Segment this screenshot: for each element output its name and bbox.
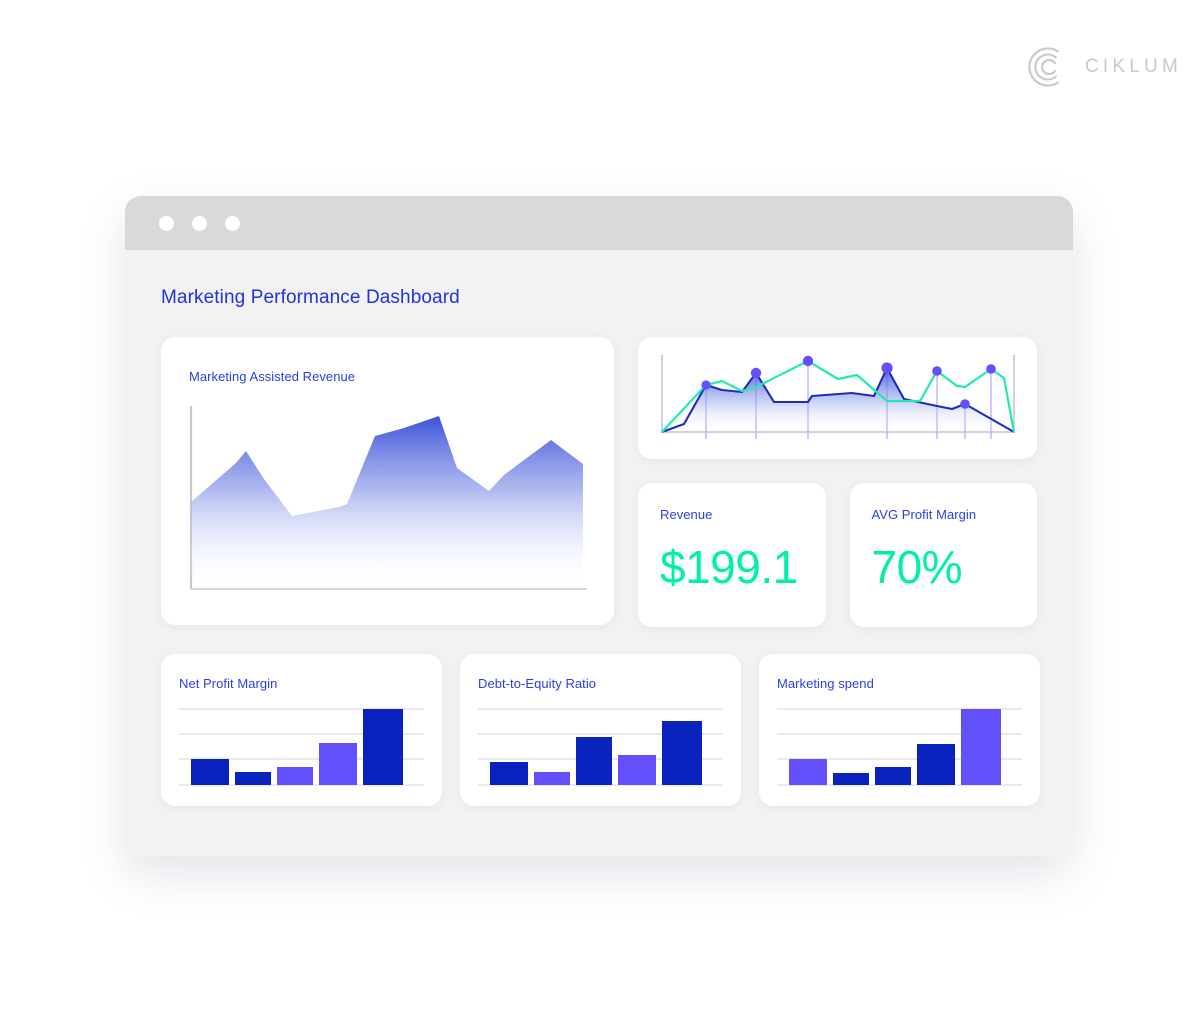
bar-5 [662,721,702,785]
bar-4 [319,743,357,785]
card-title-debt-to-equity-ratio: Debt-to-Equity Ratio [478,676,597,691]
card-debt-to-equity-ratio[interactable]: Debt-to-Equity Ratio [460,654,741,806]
bar-chart-svg-net-profit [179,708,424,786]
bars[interactable] [789,709,1001,785]
area-series-fill [191,416,583,589]
page-title: Marketing Performance Dashboard [161,287,460,308]
card-title-net-profit-margin: Net Profit Margin [179,676,278,691]
card-net-profit-margin[interactable]: Net Profit Margin [161,654,442,806]
bars[interactable] [191,709,403,785]
debt-to-equity-ratio-chart [478,705,723,791]
window-dot-maximize[interactable] [225,215,240,231]
bottom-row: Net Profit Margin Debt-to-Equity Ratio M… [161,654,1040,806]
bar-1 [490,762,528,785]
line-chart-svg [660,355,1016,439]
area-chart-svg [189,406,587,590]
bar-3 [875,767,911,785]
card-avg-profit-margin[interactable]: AVG Profit Margin 70% [849,483,1037,627]
bar-5 [363,709,403,785]
bar-1 [191,759,229,785]
kpi-value-avg-profit-margin: 70% [871,541,963,593]
bar-2 [534,772,570,785]
bar-2 [833,773,869,785]
dual-line-chart [652,351,1023,449]
card-title-marketing-assisted-revenue: Marketing Assisted Revenue [189,369,356,384]
bar-chart-svg-marketing-spend [777,708,1022,786]
bar-chart-svg-debt-equity [478,708,723,786]
brand-name: CIKLUM [1085,56,1182,77]
bar-2 [235,772,271,785]
net-profit-margin-chart [179,705,424,791]
left-column: Marketing Assisted Revenue [161,337,614,627]
card-title-avg-profit-margin: AVG Profit Margin [871,507,977,522]
window-titlebar [125,196,1073,250]
card-title-marketing-spend: Marketing spend [777,676,874,691]
bar-4 [917,744,955,785]
bar-5 [961,709,1001,785]
kpi-value-revenue: $199.1 [660,541,798,593]
primary-series-fill [662,368,1014,432]
marketing-assisted-revenue-chart [189,406,587,598]
window-dot-minimize[interactable] [192,215,207,231]
bar-3 [576,737,612,785]
card-title-revenue: Revenue [660,507,713,522]
bar-1 [789,759,827,785]
bar-4 [618,755,656,785]
card-marketing-assisted-revenue[interactable]: Marketing Assisted Revenue [161,337,614,625]
bar-3 [277,767,313,785]
marketing-spend-chart [777,705,1022,791]
ciklum-logo-icon [1025,45,1069,89]
kpi-row: Revenue $199.1 AVG Profit Margin 70% [638,483,1037,627]
card-marketing-spend[interactable]: Marketing spend [759,654,1040,806]
top-row: Marketing Assisted Revenue Revenue $199.… [161,337,1037,627]
card-dual-line-overview[interactable] [638,337,1037,459]
card-revenue[interactable]: Revenue $199.1 [638,483,826,627]
dashboard-body: Marketing Performance Dashboard Marketin… [125,250,1073,856]
right-column: Revenue $199.1 AVG Profit Margin 70% [638,337,1037,627]
brand-logo: CIKLUM [1025,45,1182,89]
bars[interactable] [490,721,702,785]
window-dot-close[interactable] [159,215,174,231]
browser-window: Marketing Performance Dashboard Marketin… [125,196,1073,856]
